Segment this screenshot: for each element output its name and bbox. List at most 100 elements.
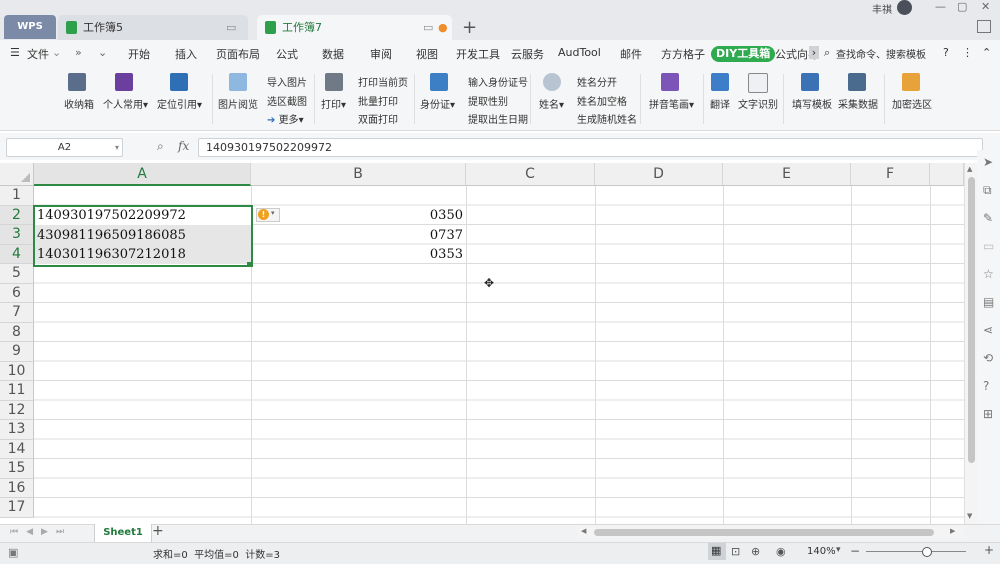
row-header-4[interactable]: 4	[0, 244, 34, 264]
menu-audtool[interactable]: AudTool	[558, 46, 601, 59]
add-sheet-button[interactable]: +	[152, 523, 164, 539]
user-name[interactable]: 丰祺	[872, 1, 892, 16]
comment-icon[interactable]: ▭	[983, 239, 994, 253]
unsaved-dot-icon[interactable]: ●	[438, 15, 448, 40]
encrypt-range-button[interactable]: 加密选区	[892, 96, 932, 111]
help-icon[interactable]: ?	[943, 46, 949, 59]
error-smart-tag[interactable]: ! ▾	[256, 208, 280, 222]
batch-print-button[interactable]: 批量打印	[358, 93, 398, 108]
chevron-down-icon[interactable]: ▾	[115, 139, 119, 156]
close-icon[interactable]: ✕	[981, 0, 990, 13]
chevron-down-icon[interactable]: ⌄	[52, 46, 61, 59]
more-options-icon[interactable]: ⋮	[962, 46, 973, 59]
pinyin-stroke-button[interactable]: 拼音笔画▾	[649, 96, 694, 111]
fill-template-button[interactable]: 填写模板	[792, 96, 832, 111]
chevron-down-icon[interactable]: ▾	[836, 545, 841, 555]
select-all-corner[interactable]	[0, 163, 34, 186]
row-header-8[interactable]: 8	[0, 322, 34, 342]
scroll-up-icon[interactable]: ▲	[967, 165, 972, 173]
row-header-15[interactable]: 15	[0, 459, 34, 479]
menu-mail[interactable]: 邮件	[620, 46, 642, 62]
cell-b4[interactable]: 0353	[255, 245, 463, 265]
row-header-12[interactable]: 12	[0, 400, 34, 420]
menu-cloud[interactable]: 云服务	[511, 46, 544, 62]
zoom-slider-handle[interactable]	[922, 547, 932, 557]
edit-icon[interactable]: ✎	[983, 211, 993, 225]
image-view-button[interactable]: 图片阅览	[218, 96, 258, 111]
row-header-10[interactable]: 10	[0, 361, 34, 381]
pointer-icon[interactable]: ➤	[983, 155, 993, 169]
cell-b2[interactable]: 0350	[255, 206, 463, 226]
menu-insert[interactable]: 插入	[175, 46, 197, 62]
vertical-scrollbar[interactable]: ▲ ▼	[964, 163, 978, 524]
cell-a4[interactable]: 140301196307212018	[37, 245, 247, 265]
macro-icon[interactable]: ▣	[8, 546, 18, 559]
range-screenshot-button[interactable]: 选区截图	[267, 93, 307, 108]
zoom-level[interactable]: 140%	[807, 546, 836, 557]
print-current-page-button[interactable]: 打印当前页	[358, 74, 408, 89]
share-icon[interactable]: ⋖	[983, 323, 993, 337]
storage-box-button[interactable]: 收纳箱	[64, 96, 94, 111]
scroll-left-icon[interactable]: ◀	[581, 527, 586, 535]
column-header-b[interactable]: B	[251, 163, 466, 186]
column-header-g[interactable]	[930, 163, 964, 186]
row-header-9[interactable]: 9	[0, 342, 34, 362]
history-icon[interactable]: ⟲	[983, 351, 993, 365]
menu-diy-toolbox[interactable]: DIY工具箱	[711, 46, 776, 62]
menu-dev-tools[interactable]: 开发工具	[456, 46, 500, 62]
menu-page-layout[interactable]: 页面布局	[216, 46, 260, 62]
row-header-13[interactable]: 13	[0, 420, 34, 440]
name-box[interactable]: A2 ▾	[6, 138, 123, 157]
scroll-down-icon[interactable]: ▼	[967, 512, 972, 520]
column-header-a[interactable]: A	[34, 163, 251, 186]
personal-common-button[interactable]: 个人常用▾	[103, 96, 148, 111]
shapes-icon[interactable]: ⧉	[983, 183, 992, 198]
row-header-16[interactable]: 16	[0, 478, 34, 498]
maximize-icon[interactable]: ▢	[957, 0, 967, 13]
sheet-nav-icons[interactable]: ⏮◀▶⏭	[10, 527, 72, 537]
menu-data[interactable]: 数据	[322, 46, 344, 62]
customize-icon[interactable]: ⌄	[98, 46, 107, 59]
minimize-icon[interactable]: —	[935, 0, 946, 13]
menu-fangfang[interactable]: 方方格子	[661, 46, 705, 62]
h-scrollbar-thumb[interactable]	[594, 529, 934, 536]
zoom-slider-track[interactable]	[866, 551, 966, 552]
document-tab-1[interactable]: 工作簿5 ▭	[58, 15, 248, 40]
import-image-button[interactable]: 导入图片	[267, 74, 307, 89]
normal-view-button[interactable]: ▦	[708, 543, 726, 560]
cell-b3[interactable]: 0737	[255, 226, 463, 246]
column-header-e[interactable]: E	[723, 163, 851, 186]
command-search[interactable]: 查找命令、搜索模板	[836, 46, 926, 61]
column-header-d[interactable]: D	[595, 163, 723, 186]
row-header-17[interactable]: 17	[0, 498, 34, 518]
document-tab-2[interactable]: 工作簿7 ▭ ●	[257, 15, 452, 40]
zoom-in-icon[interactable]: +	[984, 543, 994, 557]
locate-reference-button[interactable]: 定位引用▾	[157, 96, 202, 111]
column-header-f[interactable]: F	[851, 163, 930, 186]
help-circle-icon[interactable]: ?	[983, 379, 989, 393]
scroll-right-icon[interactable]: ▶	[950, 527, 955, 535]
id-card-button[interactable]: 身份证▾	[420, 96, 455, 111]
menu-formula[interactable]: 公式	[276, 46, 298, 62]
print-button[interactable]: 打印▾	[321, 96, 346, 111]
eye-protection-icon[interactable]: ◉	[776, 545, 786, 558]
extract-birth-button[interactable]: 提取出生日期	[468, 111, 528, 126]
archive-icon[interactable]: ▤	[983, 295, 994, 309]
menu-file[interactable]: 文件	[27, 46, 49, 62]
monitor-icon[interactable]: ▭	[423, 15, 433, 40]
wps-home-tab[interactable]: WPS	[4, 15, 56, 39]
formula-input[interactable]: 140930197502209972	[198, 138, 983, 157]
extract-gender-button[interactable]: 提取性别	[468, 93, 508, 108]
fill-handle[interactable]	[247, 262, 252, 267]
scroll-right-icon[interactable]: ›	[809, 46, 819, 59]
translate-button[interactable]: 翻译	[710, 96, 730, 111]
search-icon[interactable]: ⌕	[824, 46, 830, 60]
horizontal-scrollbar[interactable]: ◀ ▶	[578, 526, 964, 538]
row-header-2[interactable]: 2	[0, 205, 34, 225]
collect-data-button[interactable]: 采集数据	[838, 96, 878, 111]
menu-view[interactable]: 视图	[416, 46, 438, 62]
row-header-5[interactable]: 5	[0, 264, 34, 284]
zoom-lens-icon[interactable]: ⌕	[157, 139, 164, 154]
collapse-ribbon-icon[interactable]: ⌃	[982, 46, 991, 59]
new-tab-button[interactable]: +	[462, 17, 477, 38]
